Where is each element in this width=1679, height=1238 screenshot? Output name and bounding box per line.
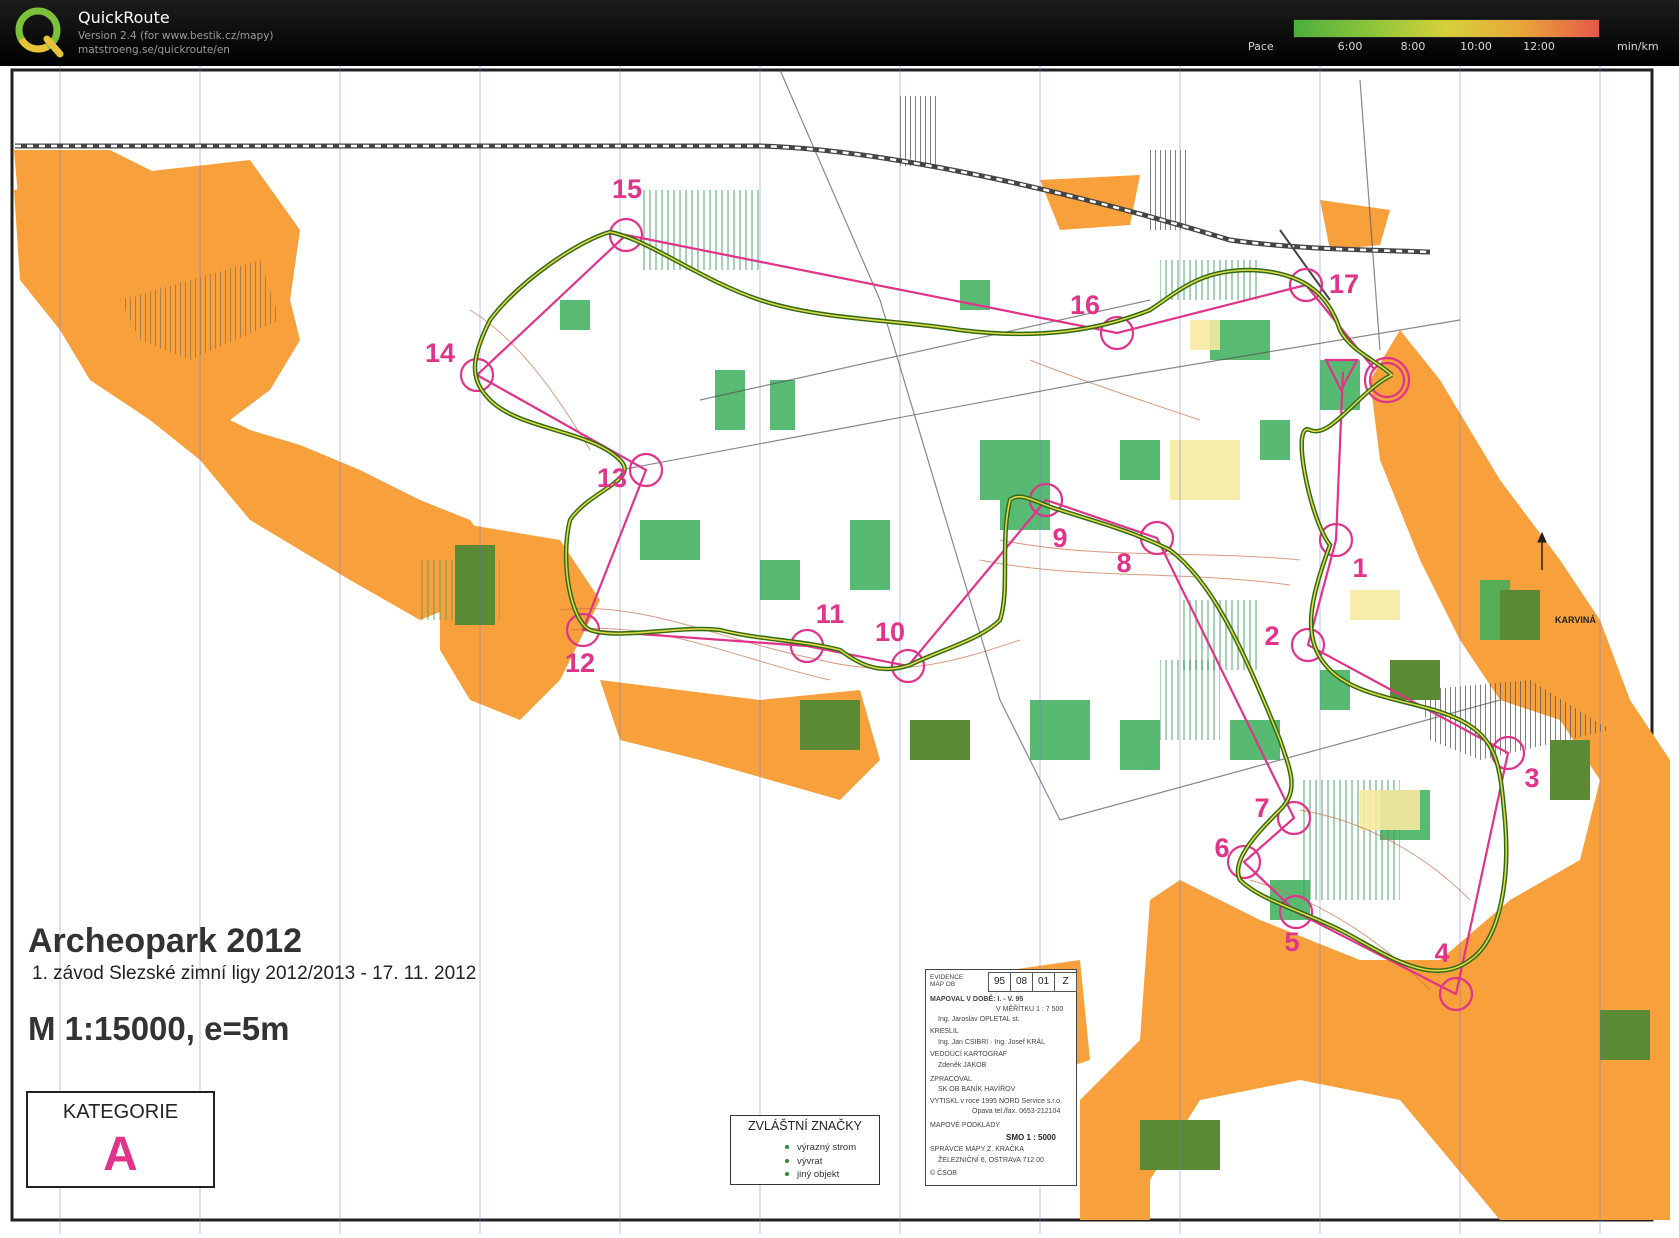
app-header: QuickRoute Version 2.4 (for www.bestik.c…	[0, 0, 1679, 66]
printed: VYTISKL v roce 1995 NORD Service s.r.o.	[930, 1098, 1063, 1105]
legend-item-label: výrazný strom	[797, 1142, 857, 1153]
pace-label: Pace	[1248, 40, 1274, 53]
legend-item: vývrat	[785, 1156, 823, 1167]
cartographer-label: VEDOUCÍ KARTOGRAF	[930, 1051, 1008, 1058]
control-number-label: 1	[1352, 553, 1367, 583]
control-number-label: 4	[1434, 938, 1449, 968]
processed-label: ZPRACOVAL	[930, 1076, 972, 1083]
control-number-label: 5	[1284, 927, 1299, 957]
base-scale: SMO 1 : 5000	[1006, 1133, 1056, 1142]
copyright: © ČSOB	[930, 1170, 957, 1177]
legend-title: ZVLÁŠTNÍ ZNAČKY	[748, 1119, 862, 1133]
mapper: Ing. Jaroslav OPLETAL st.	[938, 1016, 1020, 1023]
control-number-label: 6	[1214, 833, 1229, 863]
app-version: Version 2.4 (for www.bestik.cz/mapy)	[78, 30, 274, 42]
evidence-code: 01	[1032, 972, 1055, 992]
orienteering-map[interactable]: 1 2 3 4 5 6 7 8 9 10 11 12 13 14 15 16 17 KARVINÁ	[8, 66, 1671, 1234]
direction-label: KARVINÁ	[1555, 615, 1596, 625]
map-subtitle: 1. závod Slezské zimní ligy 2012/2013 - …	[32, 963, 477, 984]
control-number-label: 15	[612, 174, 642, 204]
control-number-label: 3	[1524, 763, 1539, 793]
control-number-label: 14	[425, 338, 455, 368]
app-title: QuickRoute	[78, 8, 170, 27]
control-number-label: 2	[1264, 621, 1279, 651]
control-number-label: 8	[1116, 548, 1131, 578]
admin-label: SPRÁVCE MAPY Z. KRAČKA	[930, 1146, 1025, 1153]
map-scale: M 1:15000, e=5m	[28, 1010, 290, 1047]
legend-item: jiný objekt	[785, 1169, 840, 1180]
scale-note: V MĚŘÍTKU 1 : 7 500	[996, 1006, 1064, 1013]
mapped-label: MAPOVAL V DOBĚ: I. - V. 95	[930, 996, 1024, 1003]
pace-unit: min/km	[1617, 40, 1659, 53]
map-info-block: EVIDENCE MAP OB 95 08 01 Z MAPOVAL V DOB…	[925, 969, 1077, 1186]
map-title: Archeopark 2012	[28, 922, 303, 960]
app-url: matstroeng.se/quickroute/en	[78, 44, 230, 56]
pace-tick: 12:00	[1523, 40, 1555, 53]
evidence-code: 95	[988, 972, 1011, 992]
special-symbols-legend: ZVLÁŠTNÍ ZNAČKY výrazný strom vývrat jin…	[730, 1115, 880, 1185]
control-number-label: 9	[1052, 523, 1067, 553]
legend-item-label: jiný objekt	[797, 1169, 840, 1180]
control-number-label: 12	[565, 648, 595, 678]
evidence-code: Z	[1054, 972, 1077, 992]
drawn-by: Ing. Jan CSIBRI · Ing. Josef KRÁL	[938, 1039, 1045, 1046]
pace-tick: 8:00	[1400, 40, 1426, 53]
control-number-label: 17	[1329, 269, 1359, 299]
pace-tick: 10:00	[1460, 40, 1492, 53]
control-number-label: 7	[1254, 793, 1269, 823]
evidence-code: 08	[1010, 972, 1033, 992]
printed-address: Opava tel./fax. 0653-212104	[972, 1108, 1061, 1115]
quickroute-logo-icon	[15, 7, 64, 58]
admin-address: ŽELEZNIČNÍ 6, OSTRAVA 712 00	[938, 1157, 1044, 1164]
pace-tick: 6:00	[1337, 40, 1363, 53]
control-number-label: 16	[1070, 290, 1100, 320]
category-label: KATEGORIE	[62, 1101, 179, 1123]
control-number-label: 10	[875, 617, 905, 647]
pace-color-scale	[1293, 19, 1600, 38]
legend-item: výrazný strom	[785, 1142, 857, 1153]
legend-item-label: vývrat	[797, 1156, 823, 1167]
map-canvas[interactable]: 1234567891011121314151617	[8, 66, 1671, 1234]
base-label: MAPOVÉ PODKLADY	[930, 1122, 1001, 1129]
evidence-label: EVIDENCE MAP OB	[930, 974, 964, 988]
control-number-label: 11	[816, 599, 845, 629]
control-number-label: 13	[597, 463, 627, 493]
category-box: KATEGORIE A	[26, 1091, 215, 1188]
cartographer: Zdeněk JAKOB	[938, 1062, 987, 1069]
category-letter: A	[103, 1128, 138, 1181]
processed-by: SK OB BANÍK HAVÍŘOV	[938, 1086, 1016, 1093]
drawn-label: KRESLIL	[930, 1028, 959, 1035]
